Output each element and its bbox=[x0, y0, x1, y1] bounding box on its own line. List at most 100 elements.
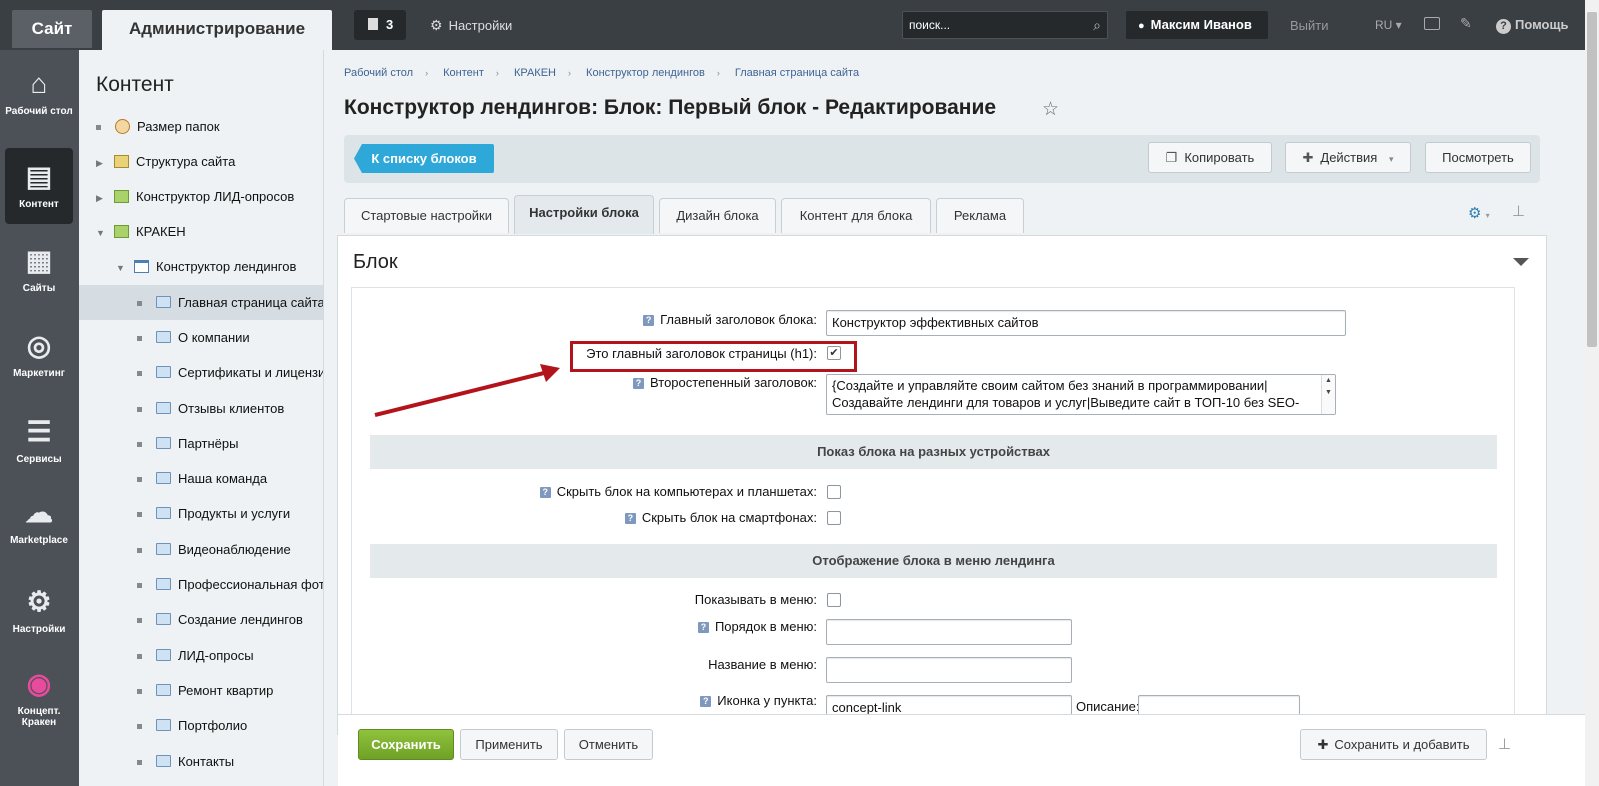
breadcrumb-item[interactable]: Контент bbox=[443, 67, 484, 79]
pin-icon[interactable]: ⊥ bbox=[1498, 735, 1511, 753]
annotation-arrow bbox=[374, 364, 560, 417]
tree-item[interactable]: Профессиональная фотосъемка bbox=[79, 567, 323, 602]
tree-item[interactable]: Наша команда bbox=[79, 461, 323, 496]
tab-block-design[interactable]: Дизайн блока bbox=[659, 198, 776, 233]
language-select[interactable]: RU ▾ bbox=[1375, 18, 1402, 32]
keyboard-icon[interactable] bbox=[1424, 17, 1440, 30]
tree-item[interactable]: О компании bbox=[79, 320, 323, 355]
devices-section-header: Показ блока на разных устройствах bbox=[370, 435, 1497, 469]
breadcrumb-item[interactable]: Конструктор лендингов bbox=[586, 67, 705, 79]
actions-dropdown[interactable]: ✚ Действия ▾ bbox=[1285, 142, 1411, 173]
nav-desktop[interactable]: ⌂ Рабочий стол bbox=[5, 68, 73, 136]
help-icon[interactable]: ? bbox=[624, 513, 636, 524]
tree-item[interactable]: Видеонаблюдение bbox=[79, 532, 323, 567]
structure-icon bbox=[114, 155, 129, 168]
hide-desktop-checkbox[interactable] bbox=[827, 485, 841, 499]
search-icon[interactable]: ⌕ bbox=[1093, 12, 1101, 38]
hide-mobile-checkbox[interactable] bbox=[827, 511, 841, 525]
show-in-menu-checkbox[interactable] bbox=[827, 593, 841, 607]
tree-item-home-page[interactable]: Главная страница сайта bbox=[79, 285, 323, 320]
collapse-arrow-icon[interactable]: ▼ bbox=[96, 216, 108, 251]
nav-content[interactable]: ▤ Контент bbox=[5, 148, 73, 224]
nav-sites[interactable]: ▦ Сайты bbox=[5, 245, 73, 305]
settings-link[interactable]: ⚙ Настройки bbox=[430, 17, 512, 34]
folder-icon bbox=[156, 507, 171, 519]
save-and-add-button[interactable]: ✚ Сохранить и добавить bbox=[1300, 729, 1487, 760]
content-tree: Контент Размер папок ▶ Структура сайта ▶ К… bbox=[79, 50, 324, 786]
tree-item[interactable]: Создание лендингов bbox=[79, 602, 323, 637]
search-input[interactable]: поиск... ⌕ bbox=[902, 11, 1108, 39]
cancel-button[interactable]: Отменить bbox=[564, 729, 653, 760]
tree-item[interactable]: Сертификаты и лицензии bbox=[79, 355, 323, 390]
breadcrumb-item[interactable]: Рабочий стол bbox=[344, 67, 413, 79]
tree-item-label: Портфолио bbox=[178, 718, 248, 733]
expand-arrow-icon[interactable]: ▶ bbox=[96, 146, 108, 181]
copy-button[interactable]: ❐ Копировать bbox=[1148, 142, 1272, 173]
nav-settings[interactable]: ⚙ Настройки bbox=[5, 586, 73, 646]
tab-block-content[interactable]: Контент для блока bbox=[781, 198, 931, 233]
nav-services[interactable]: ☰ Сервисы bbox=[5, 416, 73, 476]
target-icon: ◎ bbox=[26, 330, 52, 361]
nav-marketplace[interactable]: ☁ Marketplace bbox=[5, 497, 73, 557]
tree-item[interactable]: Продукты и услуги bbox=[79, 496, 323, 531]
clock-icon bbox=[115, 119, 130, 134]
tree-item-site-structure[interactable]: ▶ Структура сайта bbox=[79, 144, 323, 181]
site-icon bbox=[114, 190, 129, 203]
scrollbar-thumb[interactable] bbox=[1587, 12, 1597, 347]
tab-start-settings[interactable]: Стартовые настройки bbox=[344, 198, 509, 233]
tab-block-settings[interactable]: Настройки блока bbox=[514, 195, 654, 234]
bullet-icon bbox=[137, 301, 142, 307]
view-button[interactable]: Посмотреть bbox=[1425, 142, 1531, 173]
pin-icon[interactable]: ✎ bbox=[1460, 15, 1472, 32]
collapse-triangle-icon[interactable] bbox=[1513, 258, 1529, 266]
save-button[interactable]: Сохранить bbox=[358, 729, 454, 760]
menu-order-input[interactable] bbox=[826, 619, 1072, 645]
menu-name-input[interactable] bbox=[826, 657, 1072, 683]
help-icon[interactable]: ? bbox=[697, 622, 709, 633]
user-menu[interactable]: ● Максим Иванов bbox=[1126, 11, 1268, 39]
tree-item-folder-size[interactable]: Размер папок bbox=[79, 109, 323, 144]
tab-ads[interactable]: Реклама bbox=[936, 198, 1024, 233]
bullet-icon bbox=[137, 760, 142, 766]
notifications-button[interactable]: 3 bbox=[354, 10, 406, 40]
tree-item-lead-builder[interactable]: ▶ Конструктор ЛИД-опросов bbox=[79, 179, 323, 216]
admin-tab[interactable]: Администрирование bbox=[102, 10, 332, 50]
main-heading-input[interactable]: Конструктор эффективных сайтов bbox=[826, 310, 1346, 336]
tree-item-landing-builder[interactable]: ▼ Конструктор лендингов bbox=[79, 249, 323, 286]
tree-item[interactable]: Контакты bbox=[79, 744, 323, 779]
tab-settings-gear-icon[interactable]: ⚙ ▾ bbox=[1468, 204, 1490, 222]
apply-button[interactable]: Применить bbox=[460, 729, 558, 760]
expand-arrow-icon[interactable]: ▶ bbox=[96, 181, 108, 216]
breadcrumb-item[interactable]: КРАКЕН bbox=[514, 67, 556, 79]
collapse-arrow-icon[interactable]: ▼ bbox=[116, 251, 128, 286]
nav-kraken[interactable]: ◉ Концепт. Кракен bbox=[5, 668, 73, 738]
label-text: Иконка у пункта: bbox=[717, 693, 817, 708]
tree-item[interactable]: Партнёры bbox=[79, 426, 323, 461]
help-link[interactable]: ? Помощь bbox=[1496, 17, 1568, 34]
tree-item-label: Продукты и услуги bbox=[178, 506, 291, 521]
help-icon[interactable]: ? bbox=[539, 487, 551, 498]
tree-item[interactable]: Отзывы клиентов bbox=[79, 391, 323, 426]
page-scrollbar[interactable] bbox=[1585, 0, 1599, 786]
pin-icon[interactable]: ⊥ bbox=[1512, 202, 1525, 220]
favorite-star-icon[interactable]: ☆ bbox=[1042, 98, 1059, 121]
folder-icon bbox=[156, 613, 171, 625]
tree-item-kraken[interactable]: ▼ КРАКЕН bbox=[79, 214, 323, 251]
breadcrumb-item[interactable]: Главная страница сайта bbox=[735, 67, 859, 79]
back-to-list-button[interactable]: К списку блоков bbox=[354, 144, 494, 173]
nav-marketing[interactable]: ◎ Маркетинг bbox=[5, 330, 73, 390]
breadcrumb-separator-icon: › bbox=[716, 68, 720, 78]
logout-link[interactable]: Выйти bbox=[1290, 18, 1329, 33]
site-icon bbox=[114, 225, 129, 238]
tree-item[interactable]: ЛИД-опросы bbox=[79, 638, 323, 673]
tree-item[interactable]: Ремонт квартир bbox=[79, 673, 323, 708]
site-tab[interactable]: Сайт bbox=[12, 10, 92, 48]
tree-item-label: Наша команда bbox=[178, 471, 268, 486]
textarea-text: {Создайте и управляйте своим сайтом без … bbox=[832, 378, 1300, 414]
tree-item[interactable]: Портфолио bbox=[79, 708, 323, 743]
help-icon[interactable]: ? bbox=[633, 378, 645, 389]
textarea-scrollbar[interactable]: ▲ ▼ bbox=[1321, 375, 1335, 414]
help-icon[interactable]: ? bbox=[700, 696, 712, 707]
secondary-heading-textarea[interactable]: {Создайте и управляйте своим сайтом без … bbox=[826, 374, 1336, 415]
help-icon[interactable]: ? bbox=[643, 315, 655, 326]
